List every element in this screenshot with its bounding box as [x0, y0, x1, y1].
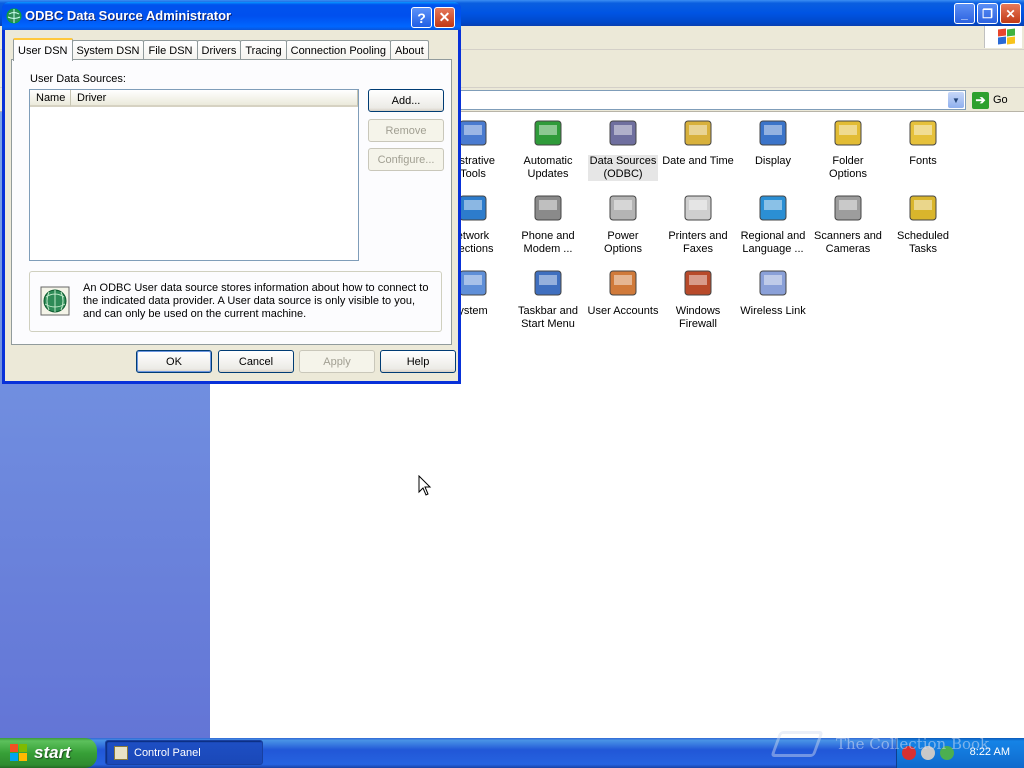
- cancel-button[interactable]: Cancel: [218, 350, 294, 373]
- control-panel-item[interactable]: Scanners and Cameras: [810, 192, 886, 256]
- dialog-titlebar[interactable]: ODBC Data Source Administrator ? ✕: [2, 2, 461, 30]
- control-panel-item[interactable]: Taskbar and Start Menu: [510, 267, 586, 331]
- scanners-cameras-icon: [831, 192, 865, 226]
- mouse-cursor-icon: [418, 475, 432, 496]
- tab-drivers[interactable]: Drivers: [196, 40, 242, 60]
- configure-button[interactable]: Configure...: [368, 148, 444, 171]
- tab-connection-pooling[interactable]: Connection Pooling: [285, 40, 392, 60]
- control-panel-item[interactable]: User Accounts: [585, 267, 661, 318]
- taskbar-item-label: Control Panel: [134, 746, 201, 759]
- apply-button[interactable]: Apply: [299, 350, 375, 373]
- data-sources-icon: [606, 117, 640, 151]
- control-panel-item-label: Power Options: [604, 230, 642, 255]
- windows-logo-icon: [10, 744, 28, 762]
- automatic-updates-icon: [531, 117, 565, 151]
- control-panel-item-label: Date and Time: [662, 155, 734, 167]
- control-panel-item[interactable]: Date and Time: [660, 117, 736, 168]
- dialog-title: ODBC Data Source Administrator: [25, 8, 232, 23]
- info-box: An ODBC User data source stores informat…: [29, 271, 442, 332]
- windows-logo-icon: [984, 26, 1022, 48]
- list-header: Name Driver: [30, 90, 358, 107]
- tab-strip: User DSN System DSN File DSN Drivers Tra…: [13, 38, 429, 61]
- data-sources-list[interactable]: Name Driver: [29, 89, 359, 261]
- restore-icon[interactable]: ❐: [977, 3, 998, 24]
- printers-faxes-icon: [681, 192, 715, 226]
- phone-modem-icon: [531, 192, 565, 226]
- control-panel-item[interactable]: Display: [735, 117, 811, 168]
- control-panel-item-label: Windows Firewall: [675, 305, 721, 330]
- control-panel-item-label: Scanners and Cameras: [814, 230, 882, 255]
- column-header-driver[interactable]: Driver: [71, 90, 358, 107]
- help-button[interactable]: Help: [380, 350, 456, 373]
- administrative-tools-icon: [456, 117, 490, 151]
- tab-about[interactable]: About: [390, 40, 429, 60]
- control-panel-item-label: Folder Options: [829, 155, 867, 180]
- control-panel-item[interactable]: Fonts: [885, 117, 961, 168]
- taskbar-start-menu-icon: [531, 267, 565, 301]
- go-arrow-icon: ➔: [972, 91, 989, 109]
- taskbar-item-control-panel[interactable]: Control Panel: [105, 740, 263, 765]
- control-panel-item-label: Fonts: [909, 155, 937, 167]
- close-icon[interactable]: ✕: [1000, 3, 1021, 24]
- help-icon[interactable]: ?: [411, 7, 432, 28]
- control-panel-item[interactable]: Automatic Updates: [510, 117, 586, 181]
- control-panel-item[interactable]: Wireless Link: [735, 267, 811, 318]
- start-button[interactable]: start: [0, 738, 97, 768]
- control-panel-item-label: Taskbar and Start Menu: [518, 305, 578, 330]
- close-icon[interactable]: ✕: [434, 7, 455, 28]
- remove-button[interactable]: Remove: [368, 119, 444, 142]
- odbc-globe-icon: [6, 8, 22, 24]
- tab-system-dsn[interactable]: System DSN: [71, 40, 145, 60]
- control-panel-item-label: Regional and Language ...: [740, 230, 806, 255]
- control-panel-item[interactable]: Data Sources (ODBC): [585, 117, 661, 181]
- ok-button[interactable]: OK: [136, 350, 212, 373]
- go-label: Go: [993, 94, 1008, 106]
- chevron-down-icon[interactable]: ▼: [948, 92, 964, 108]
- user-dsn-panel: User Data Sources: Name Driver Add... Re…: [11, 59, 452, 345]
- control-panel-item-label: Data Sources (ODBC): [587, 155, 659, 181]
- windows-firewall-icon: [681, 267, 715, 301]
- go-button[interactable]: ➔ Go: [972, 90, 1008, 110]
- control-panel-item[interactable]: Folder Options: [810, 117, 886, 181]
- wireless-link-icon: [756, 267, 790, 301]
- regional-language-icon: [756, 192, 790, 226]
- control-panel-icon: [114, 745, 128, 760]
- user-accounts-icon: [606, 267, 640, 301]
- add-button[interactable]: Add...: [368, 89, 444, 112]
- tab-file-dsn[interactable]: File DSN: [143, 40, 198, 60]
- control-panel-item-label: Wireless Link: [740, 305, 806, 317]
- minimize-icon[interactable]: _: [954, 3, 975, 24]
- tab-tracing[interactable]: Tracing: [240, 40, 287, 60]
- control-panel-item[interactable]: Power Options: [585, 192, 661, 256]
- control-panel-item-label: Printers and Faxes: [668, 230, 728, 255]
- info-description: An ODBC User data source stores informat…: [83, 282, 429, 320]
- control-panel-item[interactable]: Printers and Faxes: [660, 192, 736, 256]
- address-input[interactable]: ▼: [430, 90, 966, 110]
- control-panel-item-label: Phone and Modem ...: [521, 230, 575, 255]
- control-panel-item-label: Scheduled Tasks: [897, 230, 949, 255]
- odbc-globe-icon: [40, 286, 70, 316]
- control-panel-item-label: ystem: [458, 305, 488, 317]
- network-connections-icon: [456, 192, 490, 226]
- control-panel-item-label: User Accounts: [587, 305, 659, 317]
- display-icon: [756, 117, 790, 151]
- control-panel-item[interactable]: Windows Firewall: [660, 267, 736, 331]
- watermark: The Collection Book: [836, 735, 990, 753]
- control-panel-item[interactable]: Scheduled Tasks: [885, 192, 961, 256]
- fonts-icon: [906, 117, 940, 151]
- user-data-sources-label: User Data Sources:: [30, 73, 126, 85]
- system-icon: [456, 267, 490, 301]
- tab-user-dsn[interactable]: User DSN: [13, 38, 73, 61]
- control-panel-item[interactable]: Phone and Modem ...: [510, 192, 586, 256]
- power-options-icon: [606, 192, 640, 226]
- control-panel-item-label: Automatic Updates: [523, 155, 573, 180]
- control-panel-item[interactable]: Regional and Language ...: [735, 192, 811, 256]
- control-panel-item-label: Display: [754, 155, 792, 167]
- column-header-name[interactable]: Name: [30, 90, 71, 107]
- folder-options-icon: [831, 117, 865, 151]
- scheduled-tasks-icon: [906, 192, 940, 226]
- date-time-icon: [681, 117, 715, 151]
- odbc-dialog: ODBC Data Source Administrator ? ✕ User …: [2, 2, 461, 384]
- start-label: start: [34, 743, 71, 762]
